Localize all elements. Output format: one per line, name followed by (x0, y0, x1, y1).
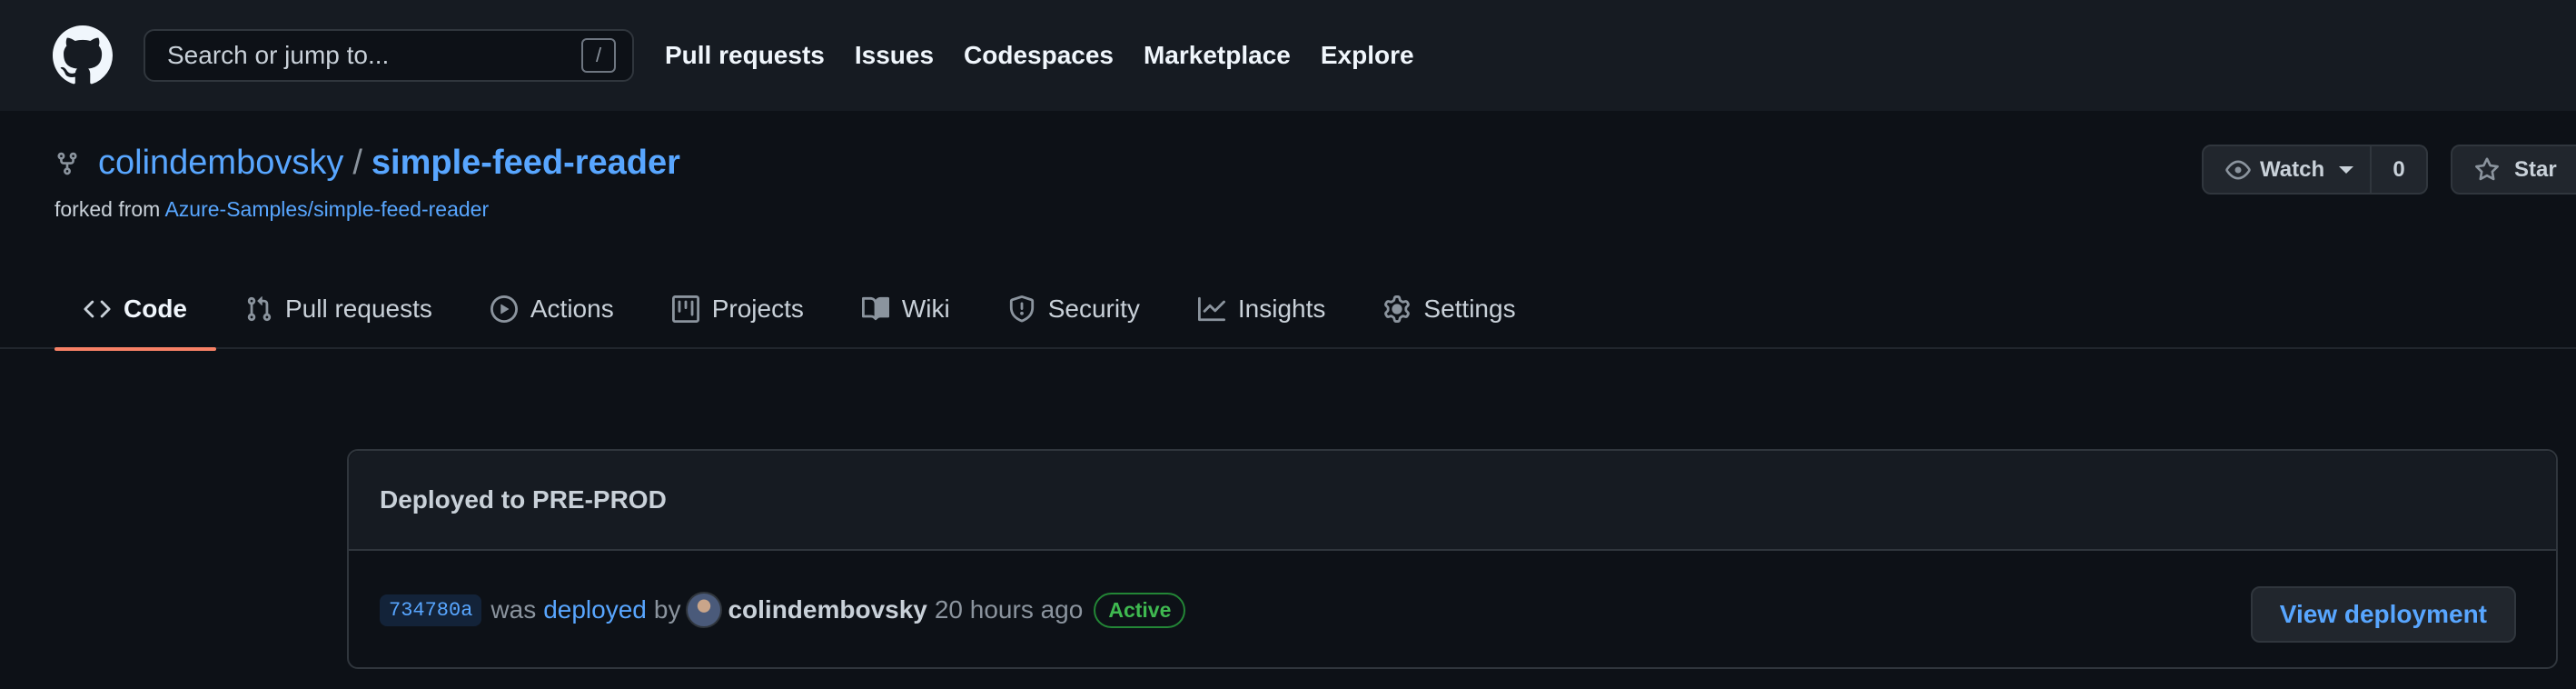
book-icon (861, 296, 889, 321)
tab-label: Projects (711, 295, 804, 323)
pull-request-icon (247, 296, 272, 322)
star-label: Star (2514, 156, 2557, 182)
repo-header: colindembovsky / simple-feed-reader fork… (54, 144, 680, 222)
star-icon (2475, 156, 2499, 180)
repo-forked-icon (57, 152, 77, 175)
watch-label: Watch (2260, 156, 2325, 182)
global-nav: Pull requests Issues Codespaces Marketpl… (665, 41, 1444, 70)
tab-pull-requests[interactable]: Pull requests (216, 269, 461, 349)
tab-wiki[interactable]: Wiki (833, 269, 979, 349)
deployment-body: 734780a was deployed by colindembovsky 2… (349, 551, 2556, 669)
tab-projects[interactable]: Projects (643, 269, 833, 349)
nav-codespaces[interactable]: Codespaces (964, 41, 1114, 70)
search-input[interactable]: Search or jump to... / (144, 29, 634, 82)
deployment-title: Deployed to PRE-PROD (349, 451, 2556, 551)
eye-icon (2225, 160, 2251, 179)
tab-label: Security (1047, 295, 1140, 323)
watch-button[interactable]: Watch (2204, 146, 2373, 193)
code-icon (84, 300, 111, 318)
play-icon (490, 295, 518, 323)
deployment-summary: 734780a was deployed by colindembovsky 2… (380, 592, 1186, 628)
view-deployment-button[interactable]: View deployment (2250, 586, 2516, 643)
tab-label: Insights (1237, 295, 1326, 323)
watch-button-group: Watch 0 (2202, 145, 2429, 195)
graph-icon (1197, 296, 1225, 322)
nav-issues[interactable]: Issues (855, 41, 934, 70)
tab-label: Code (124, 295, 187, 323)
tab-security[interactable]: Security (979, 269, 1169, 349)
tab-settings[interactable]: Settings (1354, 269, 1544, 349)
global-header: Search or jump to... / Pull requests Iss… (0, 0, 2576, 111)
forked-source-link[interactable]: Azure-Samples/simple-feed-reader (164, 197, 489, 221)
avatar[interactable] (686, 592, 723, 628)
shield-icon (1009, 295, 1034, 323)
tab-actions[interactable]: Actions (461, 269, 643, 349)
nav-explore[interactable]: Explore (1321, 41, 1414, 70)
slash-shortcut-icon: / (581, 38, 616, 73)
github-logo-icon[interactable] (53, 25, 113, 85)
repo-name-link[interactable]: simple-feed-reader (372, 144, 680, 183)
gear-icon (1384, 295, 1411, 323)
was-text: was (490, 595, 537, 624)
nav-pull-requests[interactable]: Pull requests (665, 41, 825, 70)
forked-from: forked from Azure-Samples/simple-feed-re… (54, 197, 680, 222)
chevron-down-icon (2339, 165, 2354, 174)
nav-marketplace[interactable]: Marketplace (1144, 41, 1291, 70)
tab-label: Pull requests (285, 295, 432, 323)
tab-label: Wiki (901, 295, 950, 323)
repo-tabs: Code Pull requests Actions Projects Wiki… (0, 269, 2576, 351)
repo-title: colindembovsky / simple-feed-reader (54, 144, 680, 183)
repo-separator: / (352, 144, 362, 182)
actor-link[interactable]: colindembovsky (728, 595, 926, 624)
deployment-card: Deployed to PRE-PROD 734780a was deploye… (347, 449, 2558, 669)
tab-code[interactable]: Code (54, 269, 216, 351)
watch-count[interactable]: 0 (2372, 146, 2426, 193)
tab-label: Settings (1423, 295, 1516, 323)
repo-owner-link[interactable]: colindembovsky (98, 144, 343, 183)
project-board-icon (671, 295, 699, 323)
tab-label: Actions (530, 295, 614, 323)
by-text: by (653, 595, 681, 624)
relative-time: 20 hours ago (934, 595, 1084, 624)
search-placeholder: Search or jump to... (167, 41, 390, 69)
forked-prefix: forked from (54, 197, 161, 221)
tab-insights[interactable]: Insights (1169, 269, 1355, 349)
star-button[interactable]: Star (2451, 145, 2576, 195)
status-badge: Active (1094, 592, 1186, 628)
deployed-link[interactable]: deployed (543, 595, 647, 624)
commit-sha-link[interactable]: 734780a (380, 594, 482, 626)
